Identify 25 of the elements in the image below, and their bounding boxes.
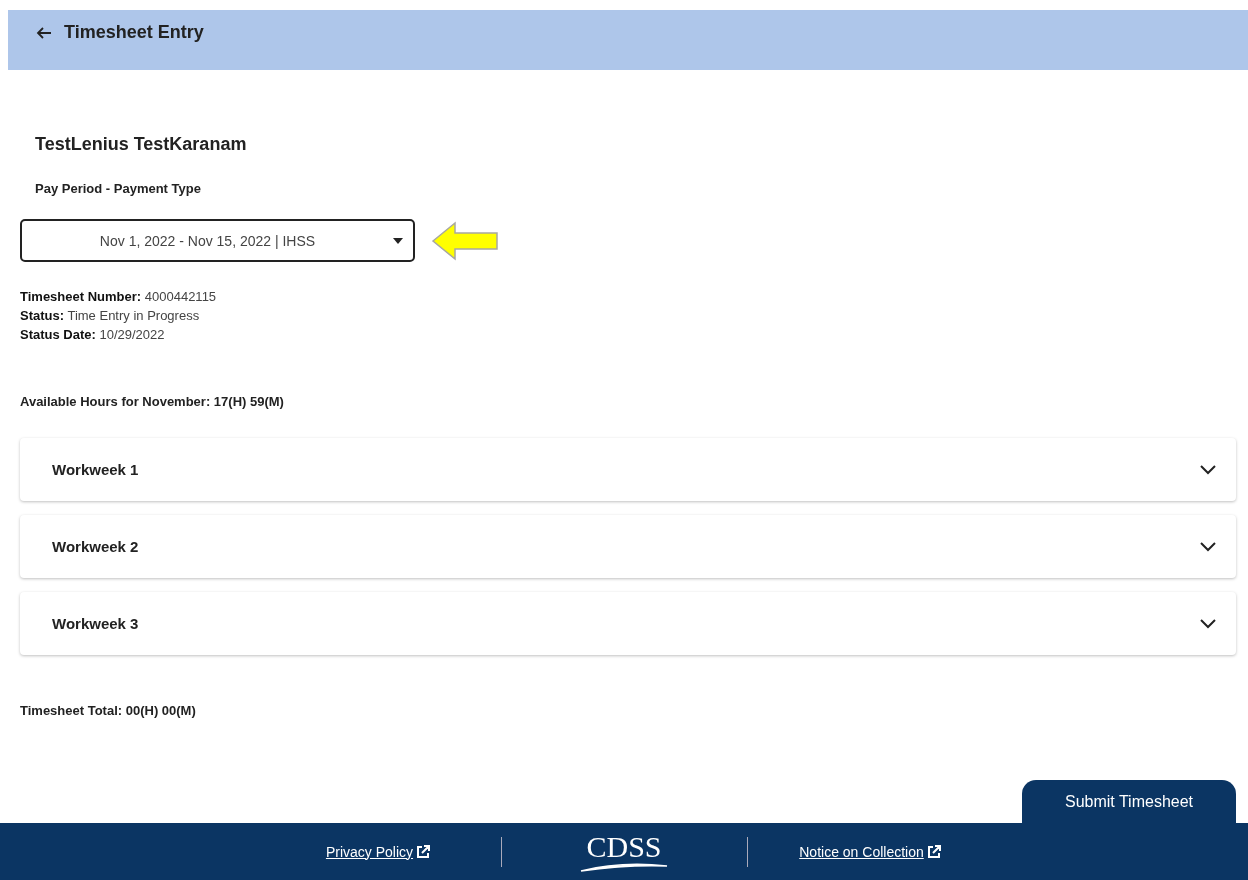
chevron-icon xyxy=(1200,464,1216,475)
workweek-accordion[interactable]: Workweek 2 xyxy=(20,515,1236,578)
chevron-icon xyxy=(1200,541,1216,552)
swoosh-icon xyxy=(579,861,669,872)
detail-line: Timesheet Number: 4000442115 xyxy=(20,288,218,306)
caret-icon xyxy=(393,237,403,244)
page-title: Timesheet Entry xyxy=(64,22,204,43)
external-link-icon xyxy=(416,844,431,859)
notice-link[interactable]: Notice on Collection xyxy=(799,843,924,860)
privacy-link[interactable]: Privacy Policy xyxy=(325,843,414,860)
chevron-icon xyxy=(1200,618,1216,629)
pointer-arrow xyxy=(431,220,499,261)
submit-button[interactable]: Submit Timesheet xyxy=(1022,780,1236,823)
provider-name: TestLenius TestKaranam xyxy=(35,134,248,155)
field-label: Pay Period - Payment Type xyxy=(35,181,202,196)
logo-text: CDSS xyxy=(586,831,662,862)
workweek-accordion[interactable]: Workweek 3 xyxy=(20,592,1236,655)
timesheet-total: Timesheet Total: 00(H) 00(M) xyxy=(20,703,197,718)
external-link-icon xyxy=(926,844,941,859)
back-arrow-icon[interactable] xyxy=(36,25,52,41)
workweek-accordion[interactable]: Workweek 1 xyxy=(20,438,1236,501)
detail-line: Status: Time Entry in Progress xyxy=(20,307,201,325)
detail-line: Status Date: 10/29/2022 xyxy=(20,326,166,344)
pay-period-dropdown[interactable]: Nov 1, 2022 - Nov 15, 2022 | IHSS xyxy=(20,219,415,262)
available-hours: Available Hours for November: 17(H) 59(M) xyxy=(20,394,285,409)
